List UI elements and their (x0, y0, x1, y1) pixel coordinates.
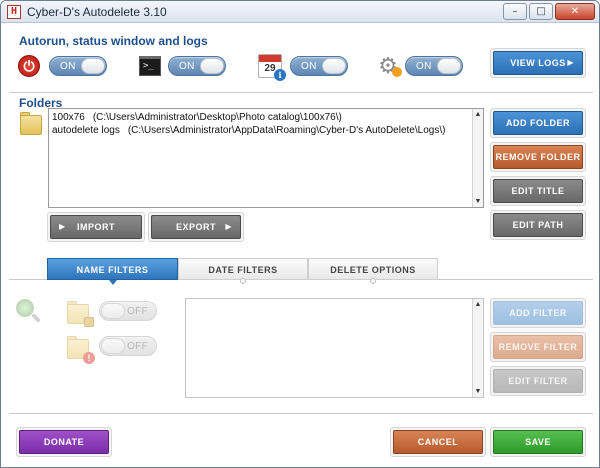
export-button[interactable]: EXPORT ▶ (151, 215, 241, 239)
filter-lock-toggle[interactable]: OFF (99, 301, 157, 321)
folder-list[interactable]: 100x76 (C:\Users\Administrator\Desktop\Ph… (48, 108, 484, 208)
calendar-header (259, 55, 281, 62)
toggle-knob (437, 58, 461, 74)
autorun-toggle[interactable]: ON (49, 56, 107, 76)
info-icon: i (274, 69, 286, 81)
arrow-right-icon: ▶ (59, 222, 66, 231)
save-button[interactable]: SAVE (493, 430, 583, 454)
scroll-down-icon[interactable]: ▼ (473, 196, 483, 207)
exclamation-badge: ! (83, 352, 95, 364)
filter-list[interactable]: ▲ ▼ (185, 298, 484, 398)
window-title: Cyber-D's Autodelete 3.10 (27, 5, 167, 19)
folder-name: autodelete logs (52, 125, 120, 136)
import-label: IMPORT (77, 222, 115, 232)
toggle-knob (322, 58, 346, 74)
minimize-button[interactable]: – (503, 3, 527, 20)
scroll-up-icon[interactable]: ▲ (473, 109, 483, 120)
edit-filter-button[interactable]: EDIT FILTER (493, 369, 583, 393)
window-controls: – □ ✕ (503, 3, 595, 20)
lock-badge (84, 317, 94, 327)
status-window-toggle-label: ON (179, 61, 195, 72)
close-button[interactable]: ✕ (555, 3, 595, 20)
schedule-toggle-label: ON (301, 61, 317, 72)
tab-dot (240, 278, 246, 284)
folder-path: (C:\Users\Administrator\AppData\Roaming\… (127, 125, 446, 136)
terminal-icon: >_ (139, 56, 161, 76)
warning-badge (392, 67, 402, 77)
scroll-up-icon[interactable]: ▲ (473, 299, 483, 310)
tab-delete-options[interactable]: DELETE OPTIONS (308, 258, 438, 284)
filter-exclude-toggle[interactable]: OFF (99, 336, 157, 356)
add-filter-button[interactable]: ADD FILTER (493, 301, 583, 325)
toggle-knob (200, 58, 224, 74)
cancel-button[interactable]: CANCEL (393, 430, 483, 454)
filter-exclude-toggle-label: OFF (127, 341, 148, 352)
arrow-right-icon: ▶ (567, 58, 574, 67)
schedule-toggle[interactable]: ON (290, 56, 348, 76)
filter-lock-toggle-label: OFF (127, 306, 148, 317)
divider (9, 92, 593, 93)
edit-path-button[interactable]: EDIT PATH (493, 213, 583, 237)
donate-button[interactable]: DONATE (19, 430, 109, 454)
remove-filter-button[interactable]: REMOVE FILTER (493, 335, 583, 359)
folder-list-scrollbar[interactable]: ▲ ▼ (472, 109, 483, 207)
add-folder-button[interactable]: ADD FOLDER (493, 111, 583, 135)
magnifier-icon (16, 299, 42, 325)
active-tab-pointer (108, 280, 117, 285)
remove-folder-button[interactable]: REMOVE FOLDER (493, 145, 583, 169)
folder-list-rows: 100x76 (C:\Users\Administrator\Desktop\Ph… (49, 109, 483, 137)
calendar-info-icon: 29 i (258, 54, 286, 81)
app-logo-icon: H (7, 5, 21, 19)
tab-date-filters-label: DATE FILTERS (208, 265, 278, 275)
gear-warning-icon: ⚙ (377, 55, 402, 77)
folder-lock-icon (67, 301, 94, 327)
toggle-knob (101, 338, 125, 354)
view-logs-button[interactable]: VIEW LOGS ▶ (493, 51, 583, 75)
export-label: EXPORT (175, 222, 216, 232)
autorun-section-title: Autorun, status window and logs (19, 34, 208, 48)
folder-body (20, 115, 42, 135)
edit-title-button[interactable]: EDIT TITLE (493, 179, 583, 203)
scroll-down-icon[interactable]: ▼ (473, 386, 483, 397)
folder-exclude-icon: ! (67, 336, 95, 364)
tab-date-filters[interactable]: DATE FILTERS (178, 258, 308, 284)
import-button[interactable]: ▶ IMPORT (50, 215, 142, 239)
folder-list-item[interactable]: autodelete logs (C:\Users\Administrator\A… (49, 124, 483, 137)
magnifier-handle (31, 313, 41, 323)
folder-name: 100x76 (52, 112, 85, 123)
app-window: H Cyber-D's Autodelete 3.10 – □ ✕ Autoru… (0, 0, 600, 468)
title-bar[interactable]: H Cyber-D's Autodelete 3.10 – □ ✕ (1, 1, 599, 23)
toggle-knob (81, 58, 105, 74)
tab-dot (370, 278, 376, 284)
folder-list-item[interactable]: 100x76 (C:\Users\Administrator\Desktop\Ph… (49, 111, 483, 124)
logs-toggle-label: ON (416, 61, 432, 72)
status-window-toggle[interactable]: ON (168, 56, 226, 76)
folder-icon (20, 112, 44, 136)
logs-toggle[interactable]: ON (405, 56, 463, 76)
arrow-right-icon: ▶ (225, 222, 232, 231)
filter-list-scrollbar[interactable]: ▲ ▼ (472, 299, 483, 397)
maximize-button[interactable]: □ (529, 3, 553, 20)
divider (9, 413, 593, 414)
folder-path: (C:\Users\Administrator\Desktop\Photo ca… (92, 112, 342, 123)
tab-name-filters[interactable]: NAME FILTERS (47, 258, 178, 285)
autorun-toggle-label: ON (60, 61, 76, 72)
toggle-knob (101, 303, 125, 319)
power-icon: ⏻ (18, 55, 40, 77)
tab-delete-options-label: DELETE OPTIONS (330, 265, 416, 275)
tab-name-filters-label: NAME FILTERS (76, 265, 149, 275)
view-logs-label: VIEW LOGS (510, 58, 566, 68)
